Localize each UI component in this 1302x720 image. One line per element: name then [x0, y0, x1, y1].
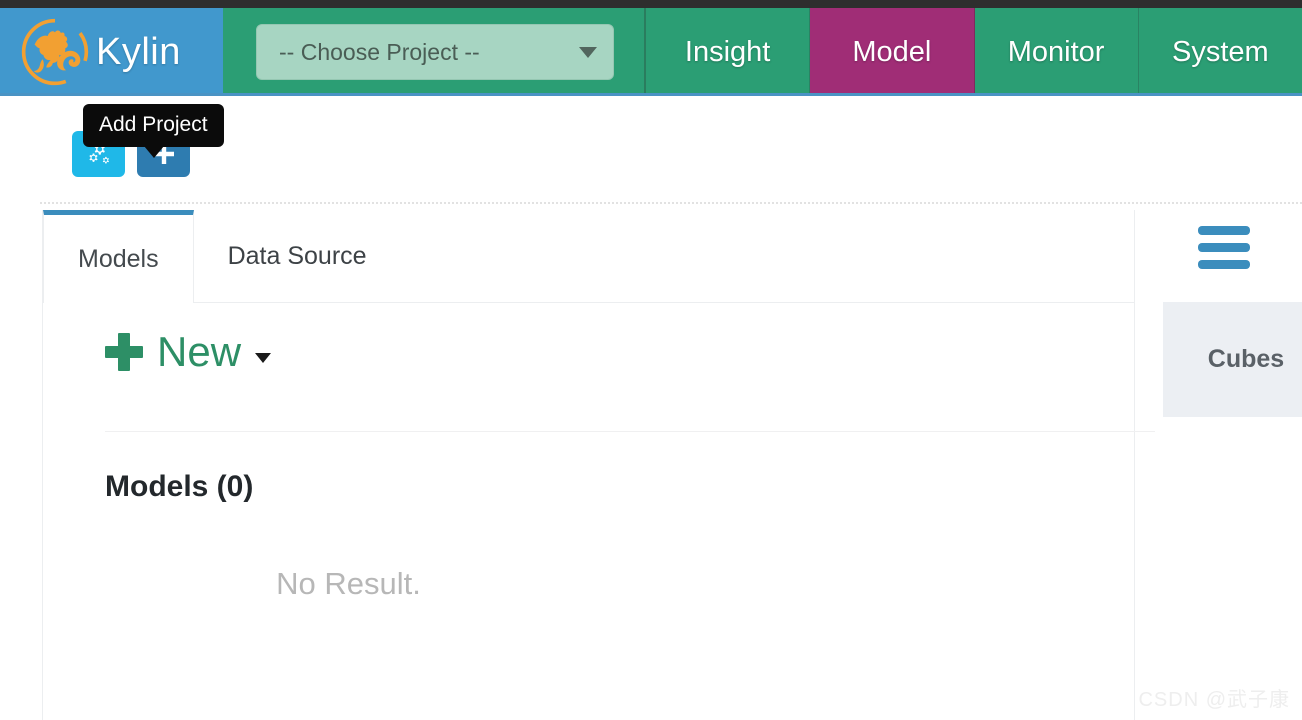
add-project-tooltip: Add Project [83, 104, 224, 147]
page-body: Models Data Source New Models (0) No Res… [0, 210, 1302, 720]
nav-item-model[interactable]: Model [810, 8, 974, 96]
tab-data-source[interactable]: Data Source [194, 210, 401, 302]
new-button-label: New [157, 331, 241, 373]
window-top-strip [0, 0, 1302, 8]
nav-item-insight[interactable]: Insight [646, 8, 810, 96]
cubes-panel[interactable]: Cubes [1163, 302, 1302, 417]
tab-label: Models [78, 245, 159, 274]
model-panel: Models Data Source New Models (0) No Res… [42, 210, 1135, 720]
tab-label: Data Source [228, 242, 367, 271]
models-heading: Models (0) [43, 432, 1134, 504]
nav-item-system[interactable]: System [1139, 8, 1302, 96]
tab-models[interactable]: Models [43, 210, 194, 303]
chevron-down-icon [255, 353, 271, 363]
project-select-area: -- Choose Project -- [223, 8, 646, 96]
empty-state-text: No Result. [43, 566, 1134, 602]
new-model-area: New [43, 303, 1134, 431]
main-nav: Insight Model Monitor System [646, 8, 1302, 96]
hamburger-menu-icon[interactable] [1198, 226, 1250, 269]
project-select-value: -- Choose Project -- [279, 39, 480, 66]
project-action-buttons [72, 131, 1302, 177]
toolbar-divider [40, 202, 1302, 204]
project-select[interactable]: -- Choose Project -- [256, 24, 614, 80]
plus-icon [105, 333, 143, 371]
brand-area: Kylin [0, 8, 223, 96]
cubes-label: Cubes [1208, 345, 1284, 374]
watermark: CSDN @武子康 [1138, 683, 1290, 712]
nav-item-monitor[interactable]: Monitor [975, 8, 1139, 96]
hamburger-bar [1198, 260, 1250, 269]
brand-title: Kylin [96, 33, 181, 71]
kylin-creature-icon [18, 17, 92, 87]
nav-item-label: Model [852, 36, 931, 69]
nav-item-label: System [1172, 36, 1269, 69]
new-button[interactable]: New [105, 331, 271, 373]
model-tabbar: Models Data Source [43, 210, 1134, 303]
app-header: Kylin -- Choose Project -- Insight Model… [0, 8, 1302, 96]
nav-item-label: Insight [685, 36, 770, 69]
nav-item-label: Monitor [1008, 36, 1105, 69]
chevron-down-icon [579, 47, 597, 58]
right-rail: Cubes [1136, 210, 1302, 720]
project-toolbar: Add Project [0, 96, 1302, 210]
hamburger-bar [1198, 243, 1250, 252]
hamburger-bar [1198, 226, 1250, 235]
